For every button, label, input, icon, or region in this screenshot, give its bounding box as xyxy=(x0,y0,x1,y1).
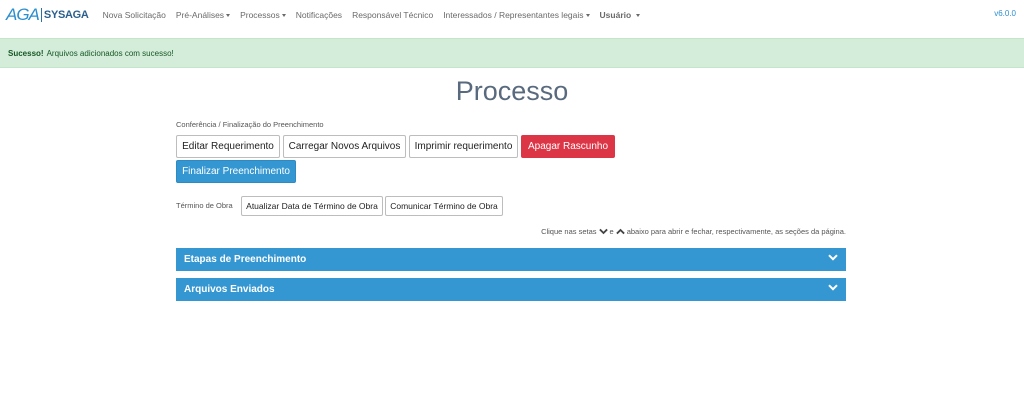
nav-notificacoes[interactable]: Notificações xyxy=(296,10,342,20)
communicate-end-button[interactable]: Comunicar Término de Obra xyxy=(385,196,503,216)
section-etapas-preenchimento[interactable]: Etapas de Preenchimento xyxy=(176,248,846,271)
edit-requerimento-button[interactable]: Editar Requerimento xyxy=(176,135,280,158)
section-title: Arquivos Enviados xyxy=(184,284,275,295)
upload-files-button[interactable]: Carregar Novos Arquivos xyxy=(283,135,406,158)
hint-text-1: Clique nas setas xyxy=(541,227,597,236)
logo-aga-text: AGA xyxy=(6,5,40,24)
nav-label: Pré-Análises xyxy=(175,10,225,20)
nav-label: Interessados / Representantes legais xyxy=(443,10,584,20)
hint-text-3: abaixo para abrir e fechar, respectivame… xyxy=(626,227,846,236)
page-title: Processo xyxy=(455,76,569,106)
chevron-down-icon[interactable] xyxy=(828,284,838,291)
chevron-up-icon xyxy=(615,228,625,235)
nav-processos[interactable]: Processos xyxy=(240,10,286,20)
section-arquivos-enviados[interactable]: Arquivos Enviados xyxy=(176,278,846,301)
termino-obra-label: Término de Obra xyxy=(176,201,233,210)
breadcrumb: Conferência / Finalização do Preenchimen… xyxy=(176,120,324,129)
logo-mark: AGA SYSAGA xyxy=(6,5,89,25)
update-end-date-button[interactable]: Atualizar Data de Término de Obra xyxy=(241,196,383,216)
logo-separator xyxy=(40,8,42,22)
nav-label: Processos xyxy=(240,10,280,20)
version-link[interactable]: v6.0.0 xyxy=(994,9,1016,18)
caret-down-icon xyxy=(281,14,286,17)
nav-label: Notificações xyxy=(295,10,343,20)
alert-message: Arquivos adicionados com sucesso! xyxy=(46,48,174,58)
top-navbar: AGA SYSAGA Nova Solicitação Pré-Análises… xyxy=(0,0,1024,30)
chevron-down-icon xyxy=(598,228,608,235)
caret-down-icon xyxy=(635,14,640,17)
caret-down-icon xyxy=(226,14,231,17)
success-alert: Sucesso! Arquivos adicionados com sucess… xyxy=(0,38,1024,68)
alert-title: Sucesso! xyxy=(8,48,44,58)
nav-usuario[interactable]: Usuário xyxy=(600,10,640,20)
main-nav: Nova Solicitação Pré-Análises Processos … xyxy=(103,10,650,20)
collapse-hint: Clique nas setas e abaixo para abrir e f… xyxy=(541,227,846,236)
brand-logo[interactable]: AGA SYSAGA xyxy=(0,0,89,30)
nav-label: Usuário xyxy=(599,10,632,20)
caret-down-icon xyxy=(585,14,590,17)
nav-pre-analises[interactable]: Pré-Análises xyxy=(175,10,231,20)
nav-responsavel-tecnico[interactable]: Responsável Técnico xyxy=(352,10,433,20)
nav-nova-solicitacao[interactable]: Nova Solicitação xyxy=(103,10,166,20)
nav-interessados[interactable]: Interessados / Representantes legais xyxy=(443,10,590,20)
hint-text-2: e xyxy=(609,227,614,236)
chevron-down-icon[interactable] xyxy=(828,254,838,261)
delete-draft-button[interactable]: Apagar Rascunho xyxy=(521,135,615,158)
nav-label: Nova Solicitação xyxy=(102,10,166,20)
nav-label: Responsável Técnico xyxy=(352,10,434,20)
brand-name: SYSAGA xyxy=(43,9,89,21)
finalize-button[interactable]: Finalizar Preenchimento xyxy=(176,160,296,183)
section-title: Etapas de Preenchimento xyxy=(184,254,307,265)
print-requerimento-button[interactable]: Imprimir requerimento xyxy=(409,135,518,158)
